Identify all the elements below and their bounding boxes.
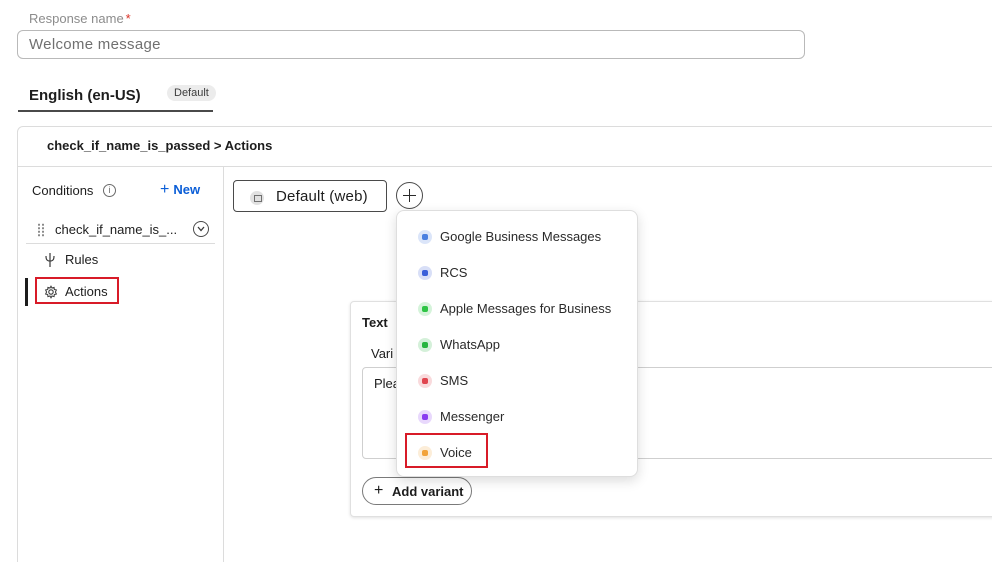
info-icon[interactable]: i [103,184,116,197]
whatsapp-icon [418,338,432,352]
breadcrumb: check_if_name_is_passed > Actions [47,138,273,153]
add-variant-button[interactable]: + Add variant [362,477,472,505]
menu-item-rcs[interactable]: RCS [397,255,639,291]
language-tab-label: English (en-US) [29,87,141,104]
menu-item-label: Apple Messages for Business [440,301,612,316]
default-badge: Default [167,85,216,101]
new-condition-label: New [173,182,201,197]
menu-item-label: RCS [440,265,468,280]
channel-tab-default-web[interactable]: Default (web) [233,180,387,212]
menu-item-apple-messages-for-business[interactable]: Apple Messages for Business [397,291,639,327]
active-indicator [25,278,28,306]
branch-icon [45,253,55,267]
new-condition-button[interactable]: + New [160,181,200,199]
menu-item-whatsapp[interactable]: WhatsApp [397,327,639,363]
add-variant-label: Add variant [392,484,464,499]
plus-icon: + [374,482,384,499]
plus-icon: + [160,181,170,198]
messenger-icon [418,410,432,424]
voice-highlight-box [405,433,488,468]
menu-item-label: SMS [440,373,469,388]
sidebar-divider [223,167,224,562]
menu-item-label: Google Business Messages [440,229,602,244]
response-name-label-text: Response name [29,11,124,26]
add-channel-button[interactable] [396,182,423,209]
text-card-title: Text [362,315,388,330]
required-marker: * [125,11,131,26]
menu-item-sms[interactable]: SMS [397,363,639,399]
sidebar-item-rules-label: Rules [65,252,99,267]
response-name-input[interactable] [17,30,805,59]
apple-messages-icon [418,302,432,316]
panel-header-divider [18,166,992,167]
sidebar-item-actions[interactable]: Actions [35,277,119,304]
sidebar-item-actions-label: Actions [65,284,108,299]
variant-label: Vari [371,346,394,361]
condition-item[interactable]: check_if_name_is_... [26,216,215,244]
condition-item-label: check_if_name_is_... [55,222,178,237]
rcs-icon [418,266,432,280]
channel-tab-label: Default (web) [276,188,368,205]
google-business-messages-icon [418,230,432,244]
response-name-label: Response name * [29,11,131,26]
drag-handle-icon[interactable] [37,223,45,237]
language-tab-english[interactable]: English (en-US) Default [18,79,216,112]
sms-icon [418,374,432,388]
chevron-down-icon[interactable] [193,221,209,237]
menu-item-label: WhatsApp [440,337,500,352]
gear-icon [44,285,58,299]
web-channel-icon [250,191,264,205]
menu-item-google-business-messages[interactable]: Google Business Messages [397,219,639,255]
menu-item-label: Messenger [440,409,505,424]
conditions-label: Conditions [32,183,94,198]
menu-item-messenger[interactable]: Messenger [397,399,639,435]
